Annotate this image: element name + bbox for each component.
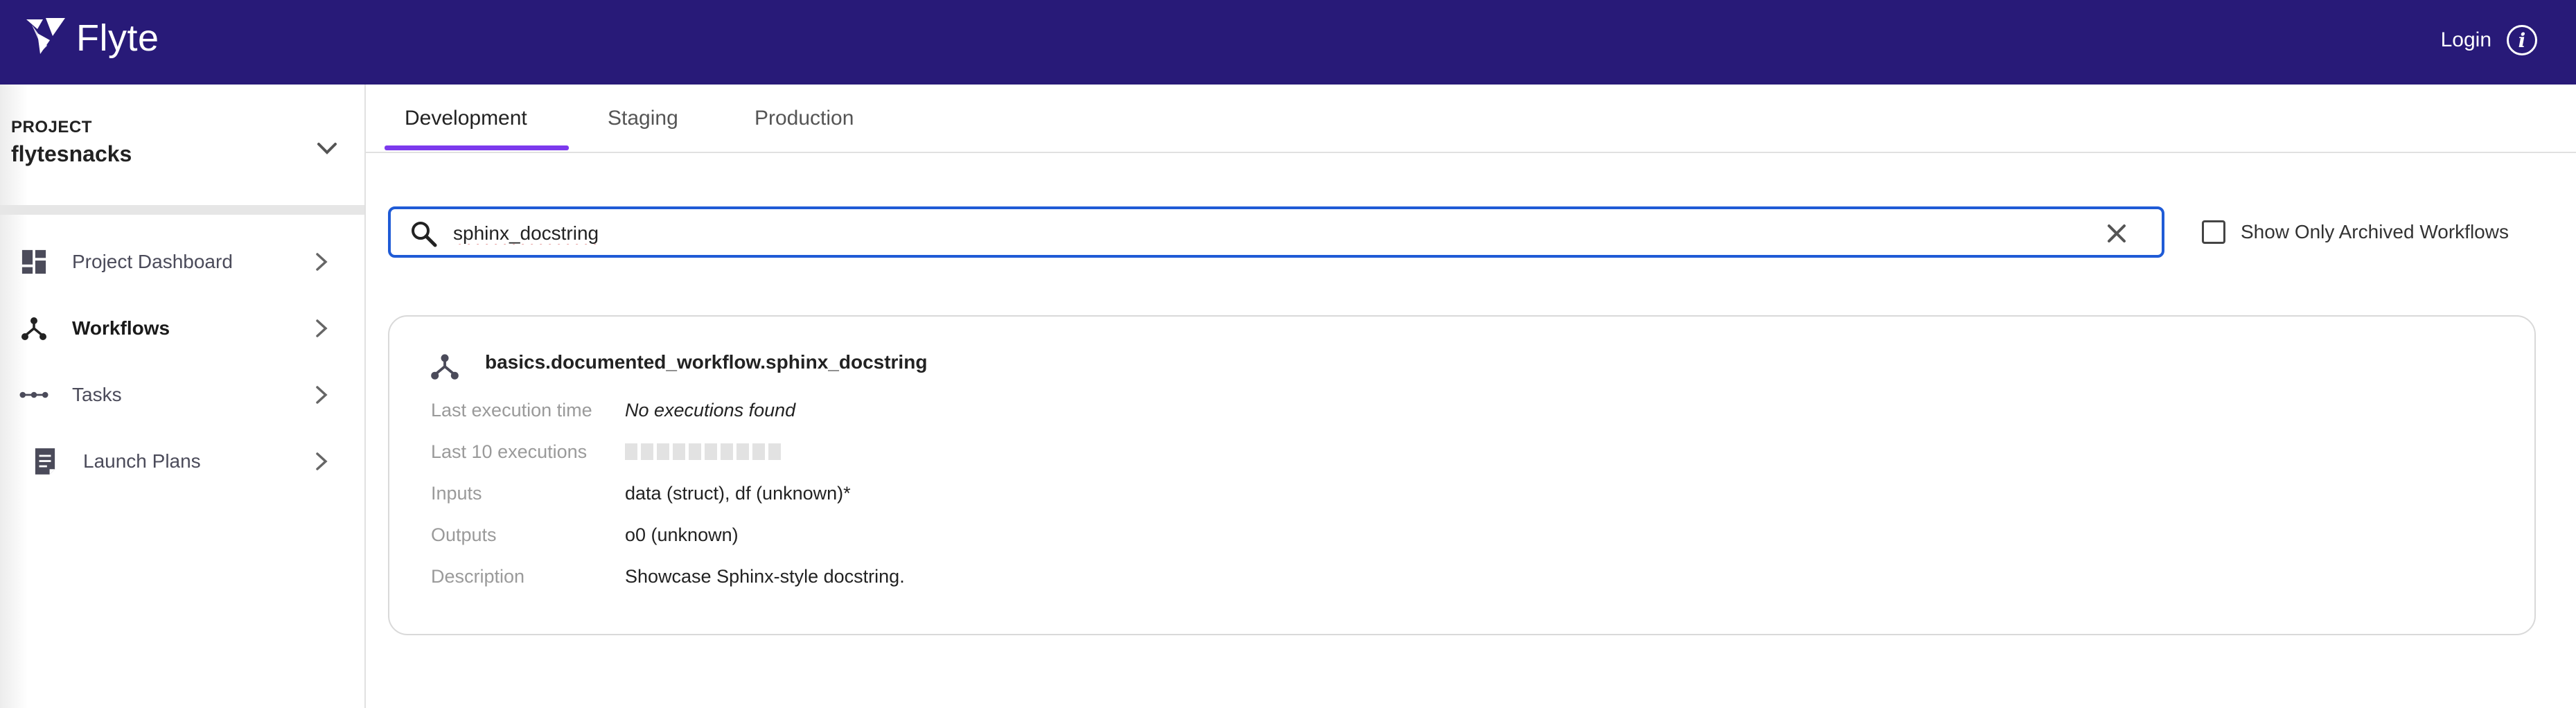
field-value: Showcase Sphinx-style docstring. <box>625 565 905 587</box>
archived-label: Show Only Archived Workflows <box>2241 221 2509 242</box>
tab-production[interactable]: Production <box>755 107 854 130</box>
workflow-icon <box>431 354 459 380</box>
execution-bar <box>641 443 653 460</box>
info-icon[interactable]: i <box>2507 25 2537 55</box>
search-box <box>388 206 2164 258</box>
execution-bar <box>705 443 717 460</box>
chevron-right-icon <box>316 319 328 337</box>
execution-bar <box>768 443 781 460</box>
top-bar: Flyte Login i <box>0 0 2576 85</box>
execution-bar <box>689 443 701 460</box>
execution-bar <box>625 443 637 460</box>
field-label: Description <box>431 565 525 587</box>
workflow-card[interactable]: basics.documented_workflow.sphinx_docstr… <box>388 315 2536 635</box>
sidebar-item-tasks[interactable]: Tasks <box>0 371 346 419</box>
archived-checkbox[interactable] <box>2202 220 2225 244</box>
tasks-icon <box>19 380 48 409</box>
field-label: Inputs <box>431 482 482 504</box>
project-label: PROJECT <box>11 118 92 136</box>
search-icon <box>412 222 437 247</box>
execution-bar <box>673 443 685 460</box>
dashboard-icon <box>19 247 48 276</box>
project-name: flytesnacks <box>11 141 132 166</box>
project-selector[interactable]: PROJECT flytesnacks <box>11 118 344 173</box>
sidebar-item-label: Launch Plans <box>83 450 201 472</box>
login-link[interactable]: Login <box>2441 28 2491 52</box>
sidebar-item-workflows[interactable]: Workflows <box>0 304 346 353</box>
brand-logo[interactable]: Flyte <box>22 15 159 60</box>
chevron-right-icon <box>316 253 328 271</box>
execution-bar <box>736 443 749 460</box>
chevron-down-icon[interactable] <box>312 133 342 163</box>
execution-history-bars <box>625 443 784 460</box>
sidebar-item-launch-plans[interactable]: Launch Plans <box>0 437 346 486</box>
sidebar: PROJECT flytesnacks Project Dashboard Wo… <box>0 85 366 708</box>
sidebar-item-label: Workflows <box>72 317 170 339</box>
workflow-icon <box>19 314 48 343</box>
app-name: Flyte <box>76 17 159 59</box>
chevron-right-icon <box>316 452 328 470</box>
domain-tabs: Development Staging Production <box>365 85 2576 153</box>
sidebar-item-label: Project Dashboard <box>72 251 233 272</box>
field-label: Outputs <box>431 524 497 545</box>
execution-bar <box>752 443 765 460</box>
active-tab-indicator <box>385 145 569 150</box>
field-value: No executions found <box>625 399 796 421</box>
login-area: Login i <box>2441 25 2537 55</box>
field-value: data (struct), df (unknown)* <box>625 482 851 504</box>
close-icon[interactable] <box>2102 219 2131 248</box>
chevron-right-icon <box>316 386 328 404</box>
sidebar-item-project-dashboard[interactable]: Project Dashboard <box>0 238 346 286</box>
launch-plan-icon <box>30 447 60 476</box>
workflow-name[interactable]: basics.documented_workflow.sphinx_docstr… <box>485 351 927 373</box>
field-label: Last 10 executions <box>431 441 588 462</box>
tab-development[interactable]: Development <box>405 107 527 130</box>
field-label: Last execution time <box>431 399 592 421</box>
sidebar-divider <box>0 205 364 215</box>
sidebar-item-label: Tasks <box>72 384 122 405</box>
execution-bar <box>721 443 733 460</box>
field-value: o0 (unknown) <box>625 524 739 545</box>
search-input[interactable] <box>452 216 2048 251</box>
tab-staging[interactable]: Staging <box>608 107 678 130</box>
archived-workflows-toggle[interactable]: Show Only Archived Workflows <box>2202 220 2509 244</box>
execution-bar <box>657 443 669 460</box>
flyte-logo-icon <box>22 15 71 60</box>
